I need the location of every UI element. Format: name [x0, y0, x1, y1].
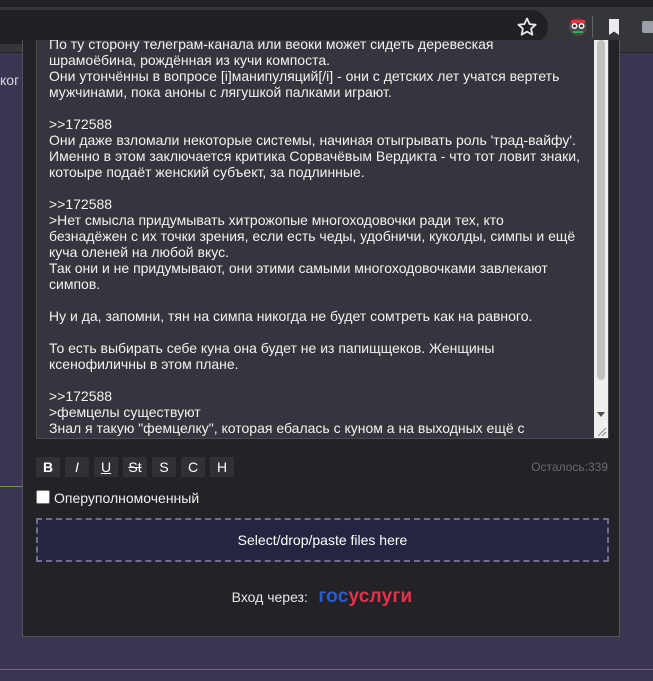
code-button[interactable]: C — [181, 457, 205, 477]
message-line: Ну и да, запомни, тян на симпа никогда н… — [49, 308, 533, 324]
extension-icon[interactable] — [566, 15, 590, 39]
message-line: котоыре подаёт женский субъект, за подли… — [49, 164, 365, 180]
op-checkbox-label[interactable]: Оперуполномоченный — [54, 490, 199, 506]
message-line: безнадёжен с их точки зрения, если есть … — [49, 228, 576, 244]
remaining-chars: Осталось:339 — [531, 460, 608, 474]
message-line: >Нет смысла придумывать хитрожопые много… — [49, 212, 504, 228]
message-line — [49, 372, 594, 388]
toolbar-separator — [592, 16, 593, 38]
bookmark-icon[interactable] — [602, 15, 626, 39]
op-checkbox[interactable] — [36, 490, 50, 504]
message-line — [49, 180, 594, 196]
message-line: Они утончённы в вопросе [i]манипуляций[/… — [49, 68, 560, 84]
message-line: >фемцелы существуют — [49, 404, 201, 420]
gosuslugi-logo-part2: услуги — [348, 586, 413, 607]
bold-button[interactable]: B — [36, 457, 60, 477]
gosuslugi-logo-part1: гос — [318, 586, 349, 607]
italic-button[interactable]: I — [65, 457, 89, 477]
message-line: >>172588 — [49, 388, 113, 404]
message-line — [49, 100, 594, 116]
message-line — [49, 324, 594, 340]
extensions-puzzle-icon[interactable] — [638, 15, 653, 39]
message-line: симпов. — [49, 276, 101, 292]
strike-button[interactable]: St — [123, 457, 147, 477]
message-line: ксенофиличны в этом плане. — [49, 356, 239, 372]
message-line: По ту сторону телеграм-канала или веоки … — [49, 40, 494, 52]
background-post-text: ког — [0, 72, 20, 88]
background-bottom-divider — [0, 669, 653, 670]
resize-grip-icon[interactable] — [595, 425, 607, 437]
message-line: шрамоёбина, рождённая из кучи компоста. — [49, 52, 330, 68]
login-row: Вход через: госуслуги — [23, 586, 621, 608]
message-line: То есть выбирать себе куна она будет не … — [49, 340, 495, 356]
message-line: Они даже взломали некоторые системы, нач… — [49, 132, 576, 148]
star-icon[interactable] — [515, 15, 539, 39]
message-line: Знал я такую "фемцелку", которая ебалась… — [49, 420, 525, 436]
message-line: Так они и не придумывают, они этими самы… — [49, 260, 548, 276]
message-line: куча оленей на любой вкус. — [49, 244, 229, 260]
message-text[interactable]: По ту сторону телеграм-канала или веоки … — [49, 40, 594, 436]
heading-button[interactable]: H — [210, 457, 234, 477]
scrollbar-thumb[interactable] — [597, 40, 605, 380]
tab-strip — [0, 0, 653, 7]
login-label: Вход через: — [231, 589, 308, 605]
scroll-down-arrow-icon[interactable] — [597, 412, 605, 417]
message-line: Именно в этом заключается критика Сорвач… — [49, 148, 580, 164]
underline-button[interactable]: U — [94, 457, 118, 477]
background-divider — [0, 486, 22, 487]
address-bar[interactable] — [0, 10, 548, 44]
reply-form: По ту сторону телеграм-канала или веоки … — [22, 40, 620, 637]
message-line: >>172588 — [49, 116, 113, 132]
file-dropzone[interactable]: Select/drop/paste files here — [36, 518, 609, 562]
message-line — [49, 292, 594, 308]
message-textarea[interactable]: По ту сторону телеграм-канала или веоки … — [36, 40, 609, 439]
textarea-scrollbar[interactable] — [594, 40, 608, 438]
spoiler-button[interactable]: S — [152, 457, 176, 477]
message-line: мужчинами, пока аноны с лягушкой палками… — [49, 84, 392, 100]
gosuslugi-login-link[interactable]: госуслуги — [318, 586, 412, 607]
message-line: >>172588 — [49, 196, 113, 212]
